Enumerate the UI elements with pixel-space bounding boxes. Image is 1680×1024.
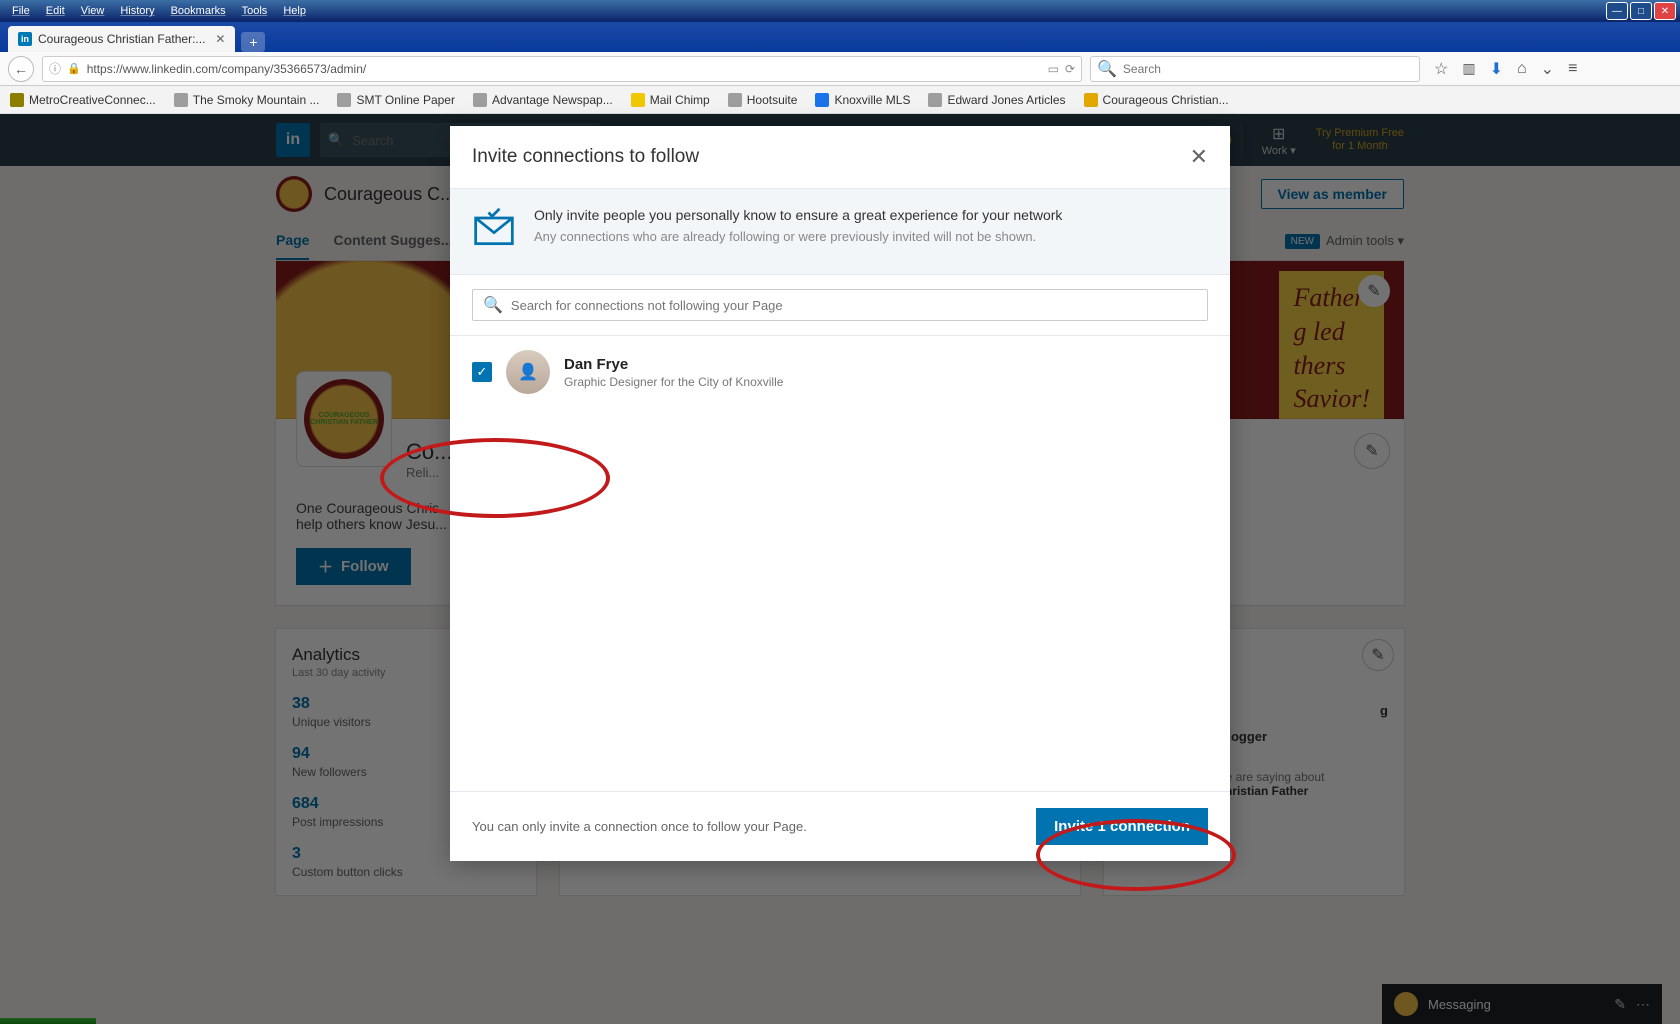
new-tab-button[interactable]: + [241,32,265,52]
bookmark-favicon-icon [728,93,742,107]
bookmark-favicon-icon [631,93,645,107]
menu-edit[interactable]: Edit [38,3,73,19]
bookmark-bar: MetroCreativeConnec... The Smoky Mountai… [0,86,1680,114]
invite-modal: Invite connections to follow ✕ Only invi… [450,126,1230,861]
menu-view[interactable]: View [73,3,113,19]
bookmark-favicon-icon [1084,93,1098,107]
bookmark-star-icon[interactable]: ☆ [1434,59,1448,79]
bookmark-item[interactable]: Advantage Newspap... [473,93,613,107]
modal-footer-hint: You can only invite a connection once to… [472,819,807,834]
connection-row[interactable]: ✓ 👤 Dan Frye Graphic Designer for the Ci… [472,350,1208,394]
downloads-icon[interactable]: ⬇ [1490,59,1503,79]
hamburger-icon[interactable]: ≡ [1568,60,1577,78]
bookmark-item[interactable]: Courageous Christian... [1084,93,1229,107]
modal-search-box[interactable]: 🔍 [472,289,1208,321]
connection-checkbox[interactable]: ✓ [472,362,492,382]
page-viewport: in 🔍 ⌂ 👥 💼 ▭ 🔔 ⊞ Work ▾ Try Premium Fr [0,114,1680,1024]
browser-tab[interactable]: in Courageous Christian Father:... ✕ [8,26,235,52]
bookmark-favicon-icon [815,93,829,107]
browser-tab-strip: in Courageous Christian Father:... ✕ + [0,22,1680,52]
banner-line2: Any connections who are already followin… [534,229,1062,244]
menu-bookmarks[interactable]: Bookmarks [163,3,234,19]
url-bar[interactable]: ⓘ 🔒 https://www.linkedin.com/company/353… [42,56,1082,82]
reader-mode-icon[interactable]: ▭ [1048,62,1059,76]
bookmark-favicon-icon [473,93,487,107]
bookmark-favicon-icon [928,93,942,107]
tab-favicon-icon: in [18,32,32,46]
window-maximize-button[interactable]: □ [1630,2,1652,20]
connection-avatar: 👤 [506,350,550,394]
menu-help[interactable]: Help [275,3,314,19]
tab-close-icon[interactable]: ✕ [215,32,225,46]
bookmark-item[interactable]: Edward Jones Articles [928,93,1065,107]
toolbar-icons: ☆ ▥ ⬇ ⌂ ⌄ ≡ [1428,59,1583,79]
bookmark-item[interactable]: SMT Online Paper [337,93,455,107]
connection-subtitle: Graphic Designer for the City of Knoxvil… [564,375,783,389]
info-icon: ⓘ [49,60,61,77]
connection-name: Dan Frye [564,356,783,373]
browser-search-bar[interactable]: 🔍 [1090,56,1420,82]
window-close-button[interactable]: ✕ [1654,2,1676,20]
banner-line1: Only invite people you personally know t… [534,207,1062,223]
tab-title: Courageous Christian Father:... [38,32,205,46]
modal-search-input[interactable] [511,298,1197,313]
bookmark-item[interactable]: Hootsuite [728,93,798,107]
invite-button[interactable]: Invite 1 connection [1036,808,1208,845]
search-icon: 🔍 [483,295,503,315]
os-titlebar: File Edit View History Bookmarks Tools H… [0,0,1680,22]
modal-close-button[interactable]: ✕ [1190,144,1208,170]
modal-search-wrapper: 🔍 [450,275,1230,336]
envelope-check-icon [472,207,516,256]
modal-footer: You can only invite a connection once to… [450,791,1230,861]
bookmark-favicon-icon [337,93,351,107]
bookmark-item[interactable]: Knoxville MLS [815,93,910,107]
home-icon[interactable]: ⌂ [1517,60,1527,78]
menu-tools[interactable]: Tools [234,3,276,19]
bookmark-item[interactable]: The Smoky Mountain ... [174,93,320,107]
browser-toolbar: ← ⓘ 🔒 https://www.linkedin.com/company/3… [0,52,1680,86]
modal-info-banner: Only invite people you personally know t… [450,188,1230,275]
nav-back-button[interactable]: ← [8,56,34,82]
menu-file[interactable]: File [4,3,38,19]
bookmark-item[interactable]: Mail Chimp [631,93,710,107]
menu-history[interactable]: History [112,3,162,19]
bookmark-item[interactable]: MetroCreativeConnec... [10,93,156,107]
pocket-icon[interactable]: ⌄ [1541,59,1554,79]
window-minimize-button[interactable]: — [1606,2,1628,20]
browser-search-input[interactable] [1123,62,1413,76]
connection-list: ✓ 👤 Dan Frye Graphic Designer for the Ci… [450,336,1230,791]
search-icon: 🔍 [1097,59,1117,79]
url-text: https://www.linkedin.com/company/3536657… [87,62,1042,76]
reload-icon[interactable]: ⟳ [1065,62,1075,76]
bookmark-favicon-icon [10,93,24,107]
modal-title: Invite connections to follow [472,146,699,168]
library-icon[interactable]: ▥ [1462,60,1475,77]
lock-icon: 🔒 [67,62,81,75]
bookmark-favicon-icon [174,93,188,107]
